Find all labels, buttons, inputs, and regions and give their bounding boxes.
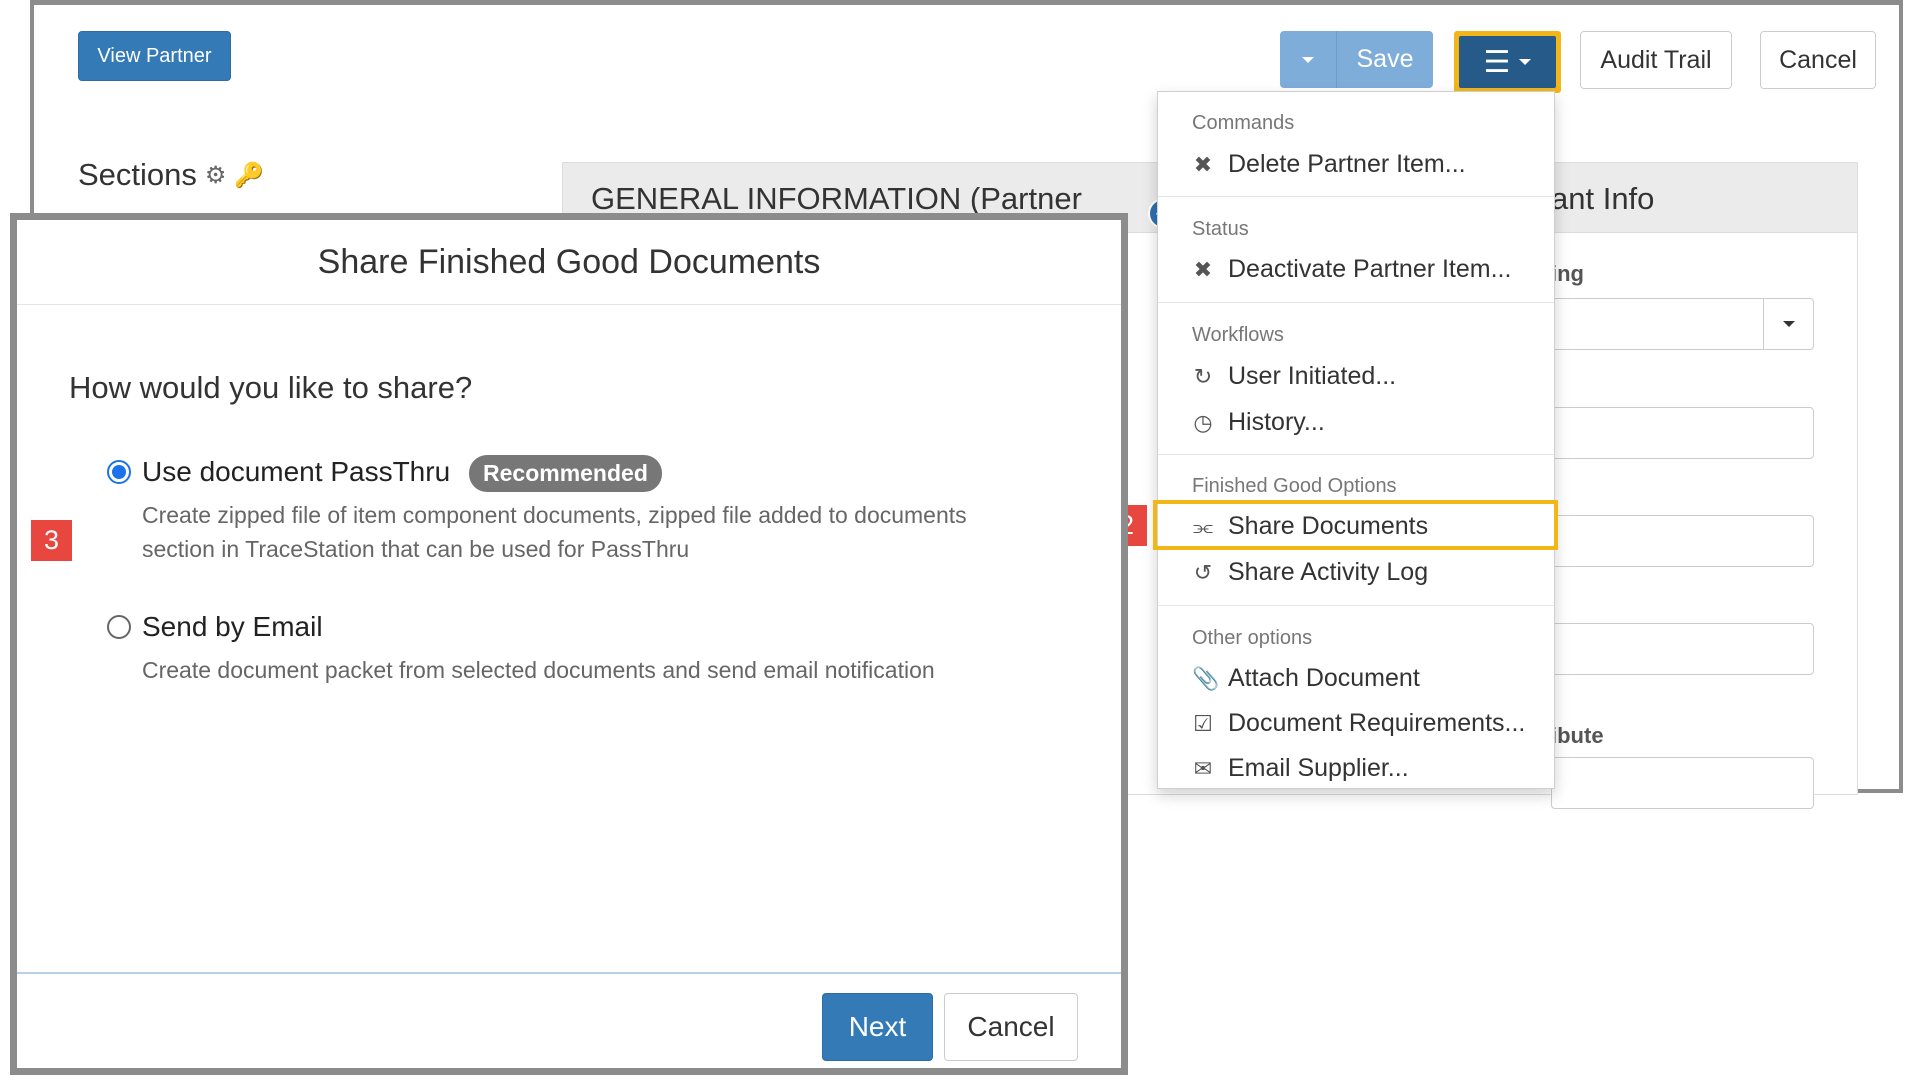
menu-divider [1158, 196, 1554, 197]
field-input[interactable] [1551, 623, 1814, 675]
menu-item-share-activity-log[interactable]: ↺ Share Activity Log [1192, 558, 1428, 587]
menu-item-label: Deactivate Partner Item... [1228, 255, 1512, 283]
next-button[interactable]: Next [822, 993, 933, 1061]
menu-divider [1158, 454, 1554, 455]
passthru-label[interactable]: Use document PassThru [142, 456, 450, 488]
menu-header-workflows: Workflows [1192, 324, 1284, 346]
menu-item-label: User Initiated... [1228, 362, 1397, 390]
x-icon: ✖ [1193, 256, 1213, 282]
share-question: How would you like to share? [69, 370, 473, 405]
modal-footer-divider [17, 972, 1121, 974]
menu-item-user-initiated[interactable]: ↻ User Initiated... [1192, 362, 1396, 391]
menu-header-status: Status [1192, 218, 1249, 240]
field-input[interactable] [1551, 407, 1814, 459]
panel-title-right: ant Info [1551, 181, 1655, 216]
audit-trail-button[interactable]: Audit Trail [1580, 31, 1732, 89]
panel-title: GENERAL INFORMATION (Partner [591, 181, 1082, 216]
field-input[interactable] [1551, 515, 1814, 567]
menu-item-delete-partner-item[interactable]: ✖ Delete Partner Item... [1192, 150, 1466, 179]
email-radio[interactable] [107, 615, 131, 639]
clock-icon: ◷ [1193, 409, 1213, 435]
save-button-group: Save [1280, 31, 1433, 88]
refresh-icon: ↻ [1193, 363, 1213, 389]
menu-item-attach-document[interactable]: 📎 Attach Document [1192, 664, 1420, 693]
menu-header-finished-good-options: Finished Good Options [1192, 475, 1397, 497]
menu-item-history[interactable]: ◷ History... [1192, 408, 1325, 437]
menu-item-label: Share Activity Log [1228, 558, 1429, 586]
menu-header-other-options: Other options [1192, 627, 1313, 649]
chevron-down-icon [1302, 56, 1314, 63]
menu-header-commands: Commands [1192, 112, 1295, 134]
save-options-button[interactable] [1280, 31, 1337, 88]
bars-icon: ☰ [1483, 45, 1511, 79]
key-icon[interactable]: 🔑 [234, 161, 264, 190]
modal-cancel-button[interactable]: Cancel [944, 993, 1078, 1061]
share-documents-highlight [1153, 500, 1558, 550]
share-documents-modal: Share Finished Good Documents How would … [10, 213, 1128, 1075]
menu-divider [1158, 605, 1554, 606]
history-icon: ↺ [1193, 559, 1213, 585]
x-icon: ✖ [1193, 151, 1213, 177]
passthru-radio[interactable] [107, 460, 131, 484]
sections-title: Sections [78, 157, 197, 192]
select-toggle[interactable] [1763, 299, 1813, 349]
field-input[interactable] [1551, 757, 1814, 809]
chevron-down-icon [1782, 321, 1795, 327]
menu-item-deactivate-partner-item[interactable]: ✖ Deactivate Partner Item... [1192, 255, 1512, 284]
actions-dropdown-menu: Commands ✖ Delete Partner Item... Status… [1157, 91, 1555, 789]
menu-item-label: Attach Document [1228, 664, 1420, 692]
gear-icon[interactable]: ⚙ [205, 161, 227, 190]
email-description: Create document packet from selected doc… [142, 657, 935, 683]
chevron-down-icon [1519, 59, 1532, 65]
modal-title: Share Finished Good Documents [17, 220, 1121, 305]
field-select[interactable] [1551, 298, 1814, 350]
passthru-description: Create zipped file of item component doc… [142, 502, 967, 562]
sections-heading: Sections ⚙ 🔑 [78, 157, 264, 193]
cancel-button[interactable]: Cancel [1760, 31, 1876, 89]
menu-item-email-supplier[interactable]: ✉ Email Supplier... [1192, 754, 1409, 783]
save-button[interactable]: Save [1337, 45, 1433, 74]
menu-item-document-requirements[interactable]: ☑ Document Requirements... [1192, 709, 1525, 738]
recommended-badge: Recommended [469, 455, 662, 492]
paperclip-icon: 📎 [1192, 665, 1220, 691]
menu-item-label: Delete Partner Item... [1228, 150, 1466, 178]
menu-divider [1158, 302, 1554, 303]
step-3-callout: 3 [31, 520, 72, 561]
field-label: ibute [1551, 723, 1604, 748]
menu-item-label: Email Supplier... [1228, 754, 1409, 782]
view-partner-button[interactable]: View Partner [78, 31, 231, 81]
checkbox-icon: ☑ [1193, 710, 1213, 736]
email-label[interactable]: Send by Email [142, 611, 323, 643]
menu-item-label: History... [1228, 408, 1325, 436]
actions-menu-button[interactable]: ☰ [1454, 31, 1561, 93]
field-label: ing [1551, 261, 1584, 286]
envelope-icon: ✉ [1193, 755, 1213, 781]
menu-item-label: Document Requirements... [1228, 709, 1526, 737]
